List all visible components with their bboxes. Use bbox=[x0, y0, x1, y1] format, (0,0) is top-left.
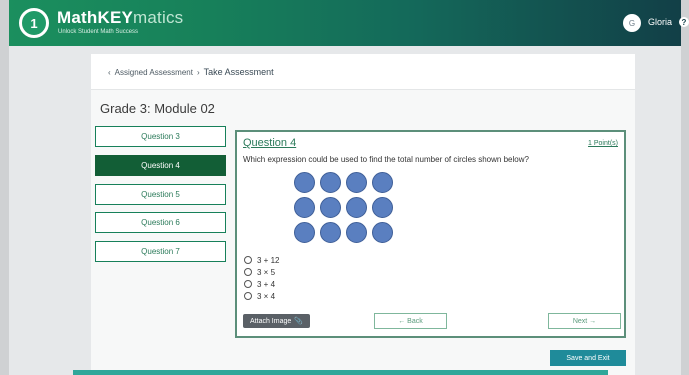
breadcrumb-parent-link[interactable]: Assigned Assessment bbox=[115, 68, 193, 77]
question-card: Question 4 1 Point(s) Which expression c… bbox=[235, 130, 626, 338]
back-button[interactable]: ← Back bbox=[374, 313, 447, 329]
answer-option[interactable]: 3 + 4 bbox=[244, 278, 279, 290]
answer-option-label: 3 + 4 bbox=[257, 279, 276, 289]
circle-shape bbox=[372, 197, 393, 218]
circle-shape bbox=[294, 197, 315, 218]
app-header: 1 MathKEYmatics Unlock Student Math Succ… bbox=[9, 0, 689, 46]
circle-shape bbox=[346, 222, 367, 243]
circle-shape bbox=[346, 197, 367, 218]
answer-option-label: 3 × 5 bbox=[257, 267, 276, 277]
circle-shape bbox=[372, 172, 393, 193]
screen-frame-right bbox=[681, 0, 689, 375]
answer-option[interactable]: 3 × 5 bbox=[244, 266, 279, 278]
answer-option-label: 3 + 12 bbox=[257, 255, 280, 265]
logo-icon: 1 bbox=[19, 8, 49, 38]
circle-shape bbox=[320, 172, 341, 193]
assessment-panel: ‹ Assigned Assessment › Take Assessment … bbox=[91, 54, 635, 375]
circle-shape bbox=[320, 197, 341, 218]
brand-light: matics bbox=[133, 8, 184, 27]
question-text: Which expression could be used to find t… bbox=[243, 155, 529, 164]
avatar[interactable]: G bbox=[623, 14, 641, 32]
attach-image-button[interactable]: Attach Image 📎 bbox=[243, 314, 310, 328]
answer-option[interactable]: 3 + 12 bbox=[244, 254, 279, 266]
save-and-exit-button[interactable]: Save and Exit bbox=[550, 350, 626, 366]
question-points: 1 Point(s) bbox=[588, 140, 618, 147]
chevron-left-icon[interactable]: ‹ bbox=[108, 68, 111, 77]
answer-option[interactable]: 3 × 4 bbox=[244, 290, 279, 302]
circle-shape bbox=[346, 172, 367, 193]
next-button[interactable]: Next → bbox=[548, 313, 621, 329]
radio-button[interactable] bbox=[244, 256, 252, 264]
question-nav-item-active[interactable]: Question 4 bbox=[95, 155, 226, 176]
radio-button[interactable] bbox=[244, 280, 252, 288]
breadcrumb: ‹ Assigned Assessment › Take Assessment bbox=[108, 67, 274, 77]
question-nav-item[interactable]: Question 6 bbox=[95, 212, 226, 233]
answer-options: 3 + 12 3 × 5 3 + 4 3 × 4 bbox=[244, 254, 279, 302]
circle-shape bbox=[372, 222, 393, 243]
page-title: Grade 3: Module 02 bbox=[100, 101, 215, 116]
user-name[interactable]: Gloria bbox=[648, 17, 672, 27]
answer-option-label: 3 × 4 bbox=[257, 291, 276, 301]
attach-image-label: Attach Image bbox=[250, 317, 292, 325]
circle-array-figure bbox=[294, 172, 393, 243]
circle-shape bbox=[294, 172, 315, 193]
question-nav-item[interactable]: Question 5 bbox=[95, 184, 226, 205]
brand-tagline: Unlock Student Math Success bbox=[58, 29, 139, 35]
help-icon[interactable]: ? bbox=[679, 17, 689, 27]
question-nav-item[interactable]: Question 3 bbox=[95, 126, 226, 147]
breadcrumb-current: Take Assessment bbox=[203, 67, 274, 77]
brand-name: MathKEYmatics bbox=[57, 8, 183, 28]
screen-frame-left bbox=[0, 0, 9, 375]
circle-shape bbox=[294, 222, 315, 243]
radio-button[interactable] bbox=[244, 292, 252, 300]
circle-shape bbox=[320, 222, 341, 243]
paperclip-icon: 📎 bbox=[294, 318, 303, 325]
brand-bold: MathKEY bbox=[57, 8, 134, 27]
question-title: Question 4 bbox=[243, 137, 297, 149]
radio-button[interactable] bbox=[244, 268, 252, 276]
breadcrumb-bar: ‹ Assigned Assessment › Take Assessment bbox=[91, 54, 635, 90]
question-nav-item[interactable]: Question 7 bbox=[95, 241, 226, 262]
bottom-accent-strip bbox=[73, 370, 608, 375]
chevron-right-icon: › bbox=[196, 67, 200, 77]
